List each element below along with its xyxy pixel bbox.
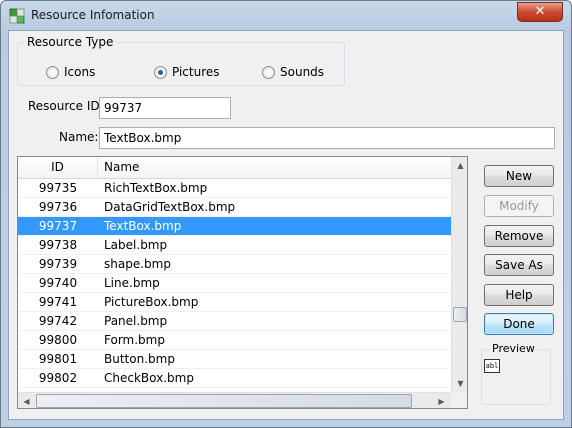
horizontal-scrollbar[interactable]: ◀ ▶ — [18, 392, 451, 408]
row-name: CheckBox.bmp — [104, 371, 194, 385]
radio-pictures[interactable]: Pictures — [154, 65, 220, 79]
vertical-scrollbar[interactable]: ▲ ▼ — [451, 157, 467, 392]
help-button[interactable]: Help — [484, 284, 554, 306]
radio-icons-indicator[interactable] — [46, 65, 59, 79]
table-row[interactable]: 99802 CheckBox.bmp — [18, 369, 451, 388]
row-id: 99739 — [38, 257, 78, 271]
column-header-name[interactable]: Name — [98, 157, 451, 179]
radio-pictures-indicator[interactable] — [154, 65, 167, 79]
dialog-body: Resource Type Icons Pictures Sounds Reso… — [8, 30, 564, 420]
preview-group: Preview abl — [481, 342, 551, 405]
row-name: Form.bmp — [104, 333, 165, 347]
resource-info-window: Resource Infomation ✕ Resource Type Icon… — [0, 0, 572, 428]
row-name: Line.bmp — [104, 276, 160, 290]
new-button[interactable]: New — [484, 165, 554, 187]
row-name: TextBox.bmp — [104, 219, 182, 233]
save-as-button[interactable]: Save As — [484, 254, 554, 276]
done-button[interactable]: Done — [484, 313, 554, 335]
app-icon — [9, 8, 25, 24]
preview-legend: Preview — [490, 342, 537, 355]
table-row[interactable]: 99739 shape.bmp — [18, 255, 451, 274]
resource-id-input[interactable]: 99737 — [99, 97, 231, 119]
row-id: 99738 — [38, 238, 78, 252]
row-name: shape.bmp — [104, 257, 171, 271]
row-id: 99742 — [38, 314, 78, 328]
table-row[interactable]: 99740 Line.bmp — [18, 274, 451, 293]
remove-button[interactable]: Remove — [484, 225, 554, 247]
row-name: Label.bmp — [104, 238, 168, 252]
row-id: 99801 — [38, 352, 78, 366]
scroll-left-icon[interactable]: ◀ — [18, 393, 35, 408]
table-row[interactable]: 99741 PictureBox.bmp — [18, 293, 451, 312]
close-button[interactable]: ✕ — [517, 2, 563, 22]
resource-type-legend: Resource Type — [24, 35, 117, 49]
row-name: DataGridTextBox.bmp — [104, 200, 236, 214]
scrollbar-corner — [451, 392, 467, 408]
scroll-up-icon[interactable]: ▲ — [452, 157, 467, 174]
row-name: RichTextBox.bmp — [104, 181, 208, 195]
textbox-preview-icon: abl — [484, 359, 500, 373]
resource-type-group: Resource Type Icons Pictures Sounds — [17, 35, 345, 86]
row-id: 99800 — [38, 333, 78, 347]
horizontal-scroll-thumb[interactable] — [36, 394, 412, 408]
row-id: 99741 — [38, 295, 78, 309]
table-row[interactable]: 99736 DataGridTextBox.bmp — [18, 198, 451, 217]
table-row[interactable]: 99735 RichTextBox.bmp — [18, 179, 451, 198]
list-header: ID Name — [18, 157, 451, 179]
window-title: Resource Infomation — [31, 8, 155, 22]
close-icon: ✕ — [534, 4, 546, 19]
vertical-scroll-thumb[interactable] — [453, 307, 467, 322]
row-id: 99737 — [38, 219, 78, 233]
radio-icons[interactable]: Icons — [46, 65, 95, 79]
row-id: 99740 — [38, 276, 78, 290]
table-row[interactable]: 99800 Form.bmp — [18, 331, 451, 350]
table-row[interactable]: 99738 Label.bmp — [18, 236, 451, 255]
table-row[interactable]: 99801 Button.bmp — [18, 350, 451, 369]
radio-pictures-label: Pictures — [172, 65, 220, 79]
radio-sounds[interactable]: Sounds — [262, 65, 324, 79]
resource-list[interactable]: ID Name 99735 RichTextBox.bmp 99736 Data… — [17, 156, 468, 409]
row-id: 99736 — [38, 200, 78, 214]
name-input[interactable]: TextBox.bmp — [99, 127, 555, 149]
scroll-down-icon[interactable]: ▼ — [452, 375, 467, 392]
resource-id-label: Resource ID: — [28, 99, 104, 113]
modify-button[interactable]: Modify — [484, 195, 554, 217]
scroll-right-icon[interactable]: ▶ — [433, 393, 450, 408]
row-name: Button.bmp — [104, 352, 175, 366]
table-row[interactable]: 99742 Panel.bmp — [18, 312, 451, 331]
radio-icons-label: Icons — [64, 65, 96, 79]
radio-sounds-label: Sounds — [280, 65, 325, 79]
row-id: 99735 — [38, 181, 78, 195]
name-label: Name: — [59, 130, 99, 144]
column-header-id[interactable]: ID — [18, 157, 98, 179]
radio-sounds-indicator[interactable] — [262, 65, 275, 79]
row-name: PictureBox.bmp — [104, 295, 199, 309]
table-row-selected[interactable]: 99737 TextBox.bmp — [18, 217, 451, 236]
row-name: Panel.bmp — [104, 314, 168, 328]
row-id: 99802 — [38, 371, 78, 385]
title-bar[interactable]: Resource Infomation ✕ — [1, 1, 571, 31]
